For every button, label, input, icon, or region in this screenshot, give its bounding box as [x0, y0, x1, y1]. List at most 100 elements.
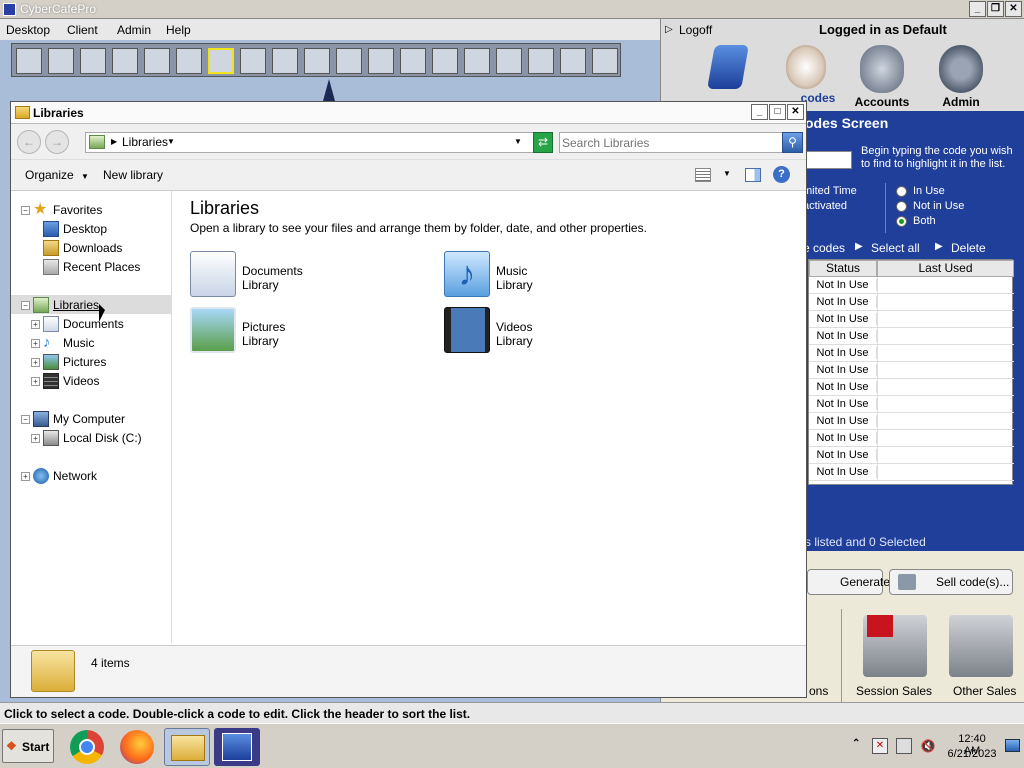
libraries-maximize-button[interactable]: □	[769, 104, 786, 120]
table-row[interactable]: Not In Use	[809, 379, 1014, 396]
other-sales-register-icon[interactable]	[949, 615, 1013, 677]
code-search-input[interactable]	[801, 151, 852, 169]
nav-admin[interactable]: Admin	[926, 45, 996, 109]
client-slot[interactable]	[304, 48, 330, 74]
breadcrumb-libraries[interactable]: Libraries	[122, 135, 168, 149]
menu-client[interactable]: Client	[67, 23, 98, 37]
client-slot[interactable]	[80, 48, 106, 74]
breadcrumb-dropdown-icon[interactable]: ▼	[167, 137, 175, 146]
show-desktop-icon[interactable]	[1005, 739, 1020, 752]
client-slot-selected[interactable]	[208, 48, 234, 74]
library-pictures[interactable]: Pictures Library	[190, 307, 410, 357]
nav-accounts[interactable]: Accounts	[847, 45, 917, 109]
library-documents[interactable]: Documents Library	[190, 251, 410, 301]
table-row[interactable]: Not In Use	[809, 345, 1014, 362]
nav-my-computer[interactable]: My Computer	[53, 410, 125, 428]
action-center-icon[interactable]: ✕	[872, 738, 888, 754]
nav-network[interactable]: Network	[53, 467, 97, 485]
client-slot[interactable]	[528, 48, 554, 74]
client-slot[interactable]	[464, 48, 490, 74]
table-row[interactable]: Not In Use	[809, 430, 1014, 447]
network-expand-toggle[interactable]: +	[21, 472, 30, 481]
back-button[interactable]: ←	[17, 130, 41, 154]
refresh-button[interactable]: ⇄	[533, 132, 553, 153]
nav-documents[interactable]: Documents	[63, 315, 124, 333]
table-row[interactable]: Not In Use	[809, 413, 1014, 430]
nav-codes[interactable]: codes	[771, 45, 841, 105]
client-slot[interactable]	[16, 48, 42, 74]
change-view-icon[interactable]	[695, 168, 711, 182]
action-codes[interactable]: e codes	[803, 241, 845, 255]
client-slot[interactable]	[496, 48, 522, 74]
computer-collapse-toggle[interactable]: −	[21, 415, 30, 424]
client-slot[interactable]	[112, 48, 138, 74]
taskbar-explorer[interactable]	[164, 728, 210, 766]
help-icon[interactable]: ?	[773, 166, 790, 183]
network-tray-icon[interactable]	[896, 738, 912, 754]
nav-computers[interactable]	[693, 45, 763, 91]
table-row[interactable]: Not In Use	[809, 311, 1014, 328]
client-slot[interactable]	[432, 48, 458, 74]
organize-button[interactable]: Organize ▼	[25, 168, 89, 182]
nav-pictures[interactable]: Pictures	[63, 353, 106, 371]
library-videos[interactable]: Videos Library	[444, 307, 664, 357]
taskbar-firefox[interactable]	[114, 728, 160, 766]
column-last-used[interactable]: Last Used	[877, 260, 1014, 277]
clock-date[interactable]: 6/21/2023	[944, 748, 1000, 760]
client-slot[interactable]	[144, 48, 170, 74]
menu-admin[interactable]: Admin	[117, 23, 151, 37]
nav-favorites[interactable]: Favorites	[53, 201, 102, 219]
client-slot[interactable]	[240, 48, 266, 74]
client-slot[interactable]	[400, 48, 426, 74]
restore-button[interactable]: ❐	[987, 1, 1004, 17]
libraries-close-button[interactable]: ✕	[787, 104, 804, 120]
library-music[interactable]: ♪ Music Library	[444, 251, 664, 301]
table-row[interactable]: Not In Use	[809, 362, 1014, 379]
client-slot[interactable]	[560, 48, 586, 74]
nav-downloads[interactable]: Downloads	[63, 239, 122, 257]
search-button[interactable]: ⚲	[782, 132, 803, 153]
favorites-collapse-toggle[interactable]: −	[21, 206, 30, 215]
client-slot[interactable]	[48, 48, 74, 74]
view-options-dropdown-icon[interactable]: ▼	[723, 169, 731, 178]
nav-libraries[interactable]: Libraries	[53, 296, 99, 314]
nav-music[interactable]: Music	[63, 334, 94, 352]
videos-expand-toggle[interactable]: +	[31, 377, 40, 386]
table-row[interactable]: Not In Use	[809, 447, 1014, 464]
menu-help[interactable]: Help	[166, 23, 191, 37]
menu-desktop[interactable]: Desktop	[6, 23, 50, 37]
forward-button[interactable]: →	[45, 130, 69, 154]
search-field[interactable]	[559, 132, 783, 153]
logoff-link[interactable]: Logoff	[679, 23, 712, 37]
nav-videos[interactable]: Videos	[63, 372, 99, 390]
nav-desktop[interactable]: Desktop	[63, 220, 107, 238]
client-slot[interactable]	[272, 48, 298, 74]
sell-codes-button[interactable]: Sell code(s)...	[889, 569, 1013, 595]
nav-local-disk[interactable]: Local Disk (C:)	[63, 429, 142, 447]
show-hidden-icons[interactable]: ⌃	[852, 738, 860, 749]
preview-pane-icon[interactable]	[745, 168, 761, 182]
music-expand-toggle[interactable]: +	[31, 339, 40, 348]
search-input[interactable]	[562, 134, 762, 151]
documents-expand-toggle[interactable]: +	[31, 320, 40, 329]
pictures-expand-toggle[interactable]: +	[31, 358, 40, 367]
client-slot[interactable]	[336, 48, 362, 74]
libraries-minimize-button[interactable]: _	[751, 104, 768, 120]
new-library-button[interactable]: New library	[103, 168, 163, 182]
libraries-collapse-toggle[interactable]: −	[21, 301, 30, 310]
local-disk-expand-toggle[interactable]: +	[31, 434, 40, 443]
table-row[interactable]: Not In Use	[809, 464, 1014, 481]
client-slot[interactable]	[176, 48, 202, 74]
client-slot[interactable]	[592, 48, 618, 74]
column-status[interactable]: Status	[809, 260, 877, 277]
address-history-dropdown-icon[interactable]: ▼	[514, 137, 522, 146]
close-button[interactable]: ✕	[1005, 1, 1022, 17]
minimize-button[interactable]: _	[969, 1, 986, 17]
table-row[interactable]: Not In Use	[809, 277, 1014, 294]
address-field[interactable]: ▶ Libraries ▼ ▼	[85, 132, 535, 153]
table-row[interactable]: Not In Use	[809, 294, 1014, 311]
delete-link[interactable]: Delete	[951, 241, 986, 255]
client-slot[interactable]	[368, 48, 394, 74]
start-button[interactable]: ❖ Start	[2, 729, 54, 763]
volume-muted-icon[interactable]: 🔇	[920, 738, 936, 754]
